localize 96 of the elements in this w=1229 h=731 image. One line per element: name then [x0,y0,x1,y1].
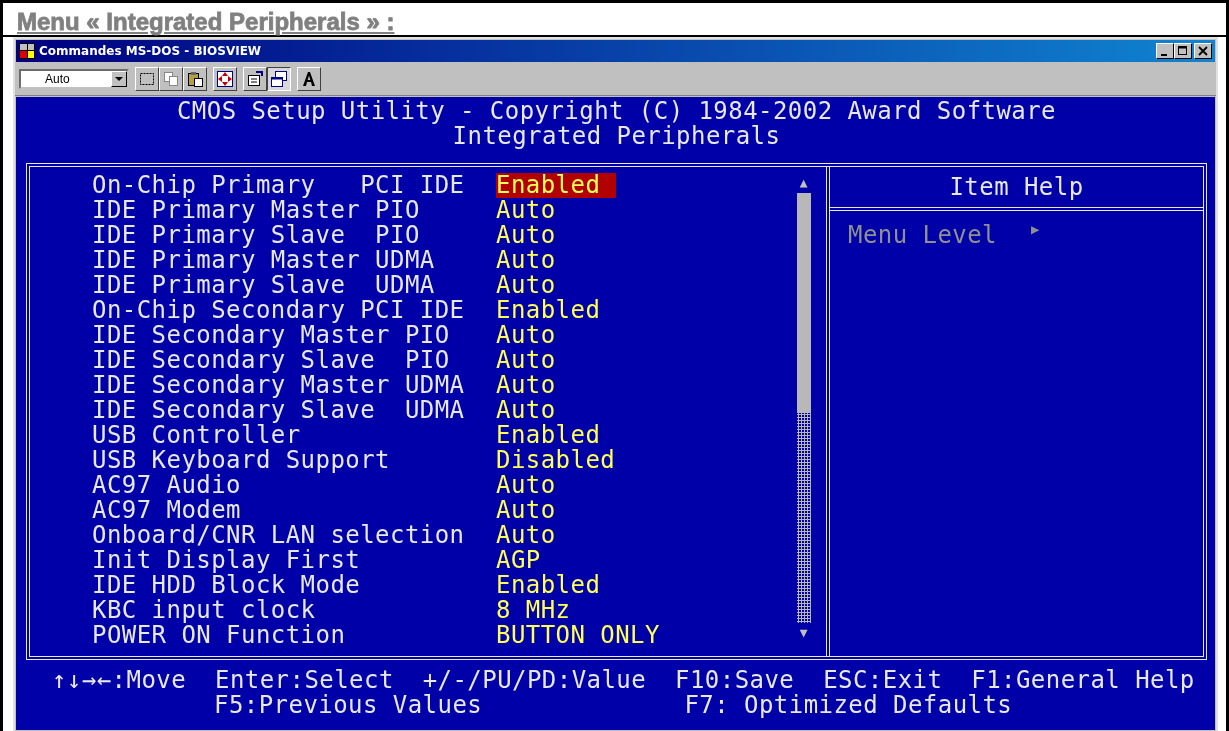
setting-label: USB Controller [92,423,302,448]
setting-row[interactable]: Onboard/CNR LAN selection Auto [92,523,792,548]
clipboard-icon [186,70,204,88]
bios-title: CMOS Setup Utility - Copyright (C) 1984-2002 Award Software [175,99,1058,124]
key-hint: F10:Save [675,668,795,693]
setting-label: Onboard/CNR LAN selection [92,523,466,548]
setting-label: Init Display First [92,548,362,573]
letter-a-icon [300,70,318,88]
fullscreen-button[interactable] [213,67,237,91]
key-hint: +/-/PU/PD:Value [422,668,647,693]
setting-row[interactable]: IDE Secondary Slave PIO Auto [92,348,792,373]
font-button[interactable] [297,67,321,91]
key-hint: Enter:Select [215,668,394,693]
menu-level-label: Menu Level [848,221,997,249]
setting-label: AC97 Modem [92,498,242,523]
setting-label: AC97 Audio [92,473,241,498]
setting-value[interactable]: Enabled [496,573,601,598]
key-hint: ↑↓→←:Move [52,668,187,693]
setting-row[interactable]: On-Chip Primary PCI IDE Enabled [92,173,792,198]
menu-level-marker: ▶ [1031,221,1040,239]
setting-label: KBC input clock [92,598,317,623]
setting-label: IDE Secondary Slave UDMA [92,398,466,423]
setting-row[interactable]: IDE Secondary Master UDMA Auto [92,373,792,398]
setting-value[interactable]: Auto [496,323,556,348]
setting-value[interactable]: Auto [496,473,556,498]
setting-label: IDE Secondary Slave PIO [92,348,451,373]
setting-row[interactable]: IDE Secondary Master PIO Auto [92,323,792,348]
maximize-button[interactable] [1174,43,1192,59]
setting-row[interactable]: IDE Primary Slave UDMA Auto [92,273,792,298]
dashed-rectangle-icon [138,70,156,88]
setting-value[interactable]: Auto [496,398,556,423]
maximize-icon [1178,46,1188,56]
setting-value[interactable]: Auto [496,273,556,298]
key-hint: F5:Previous Values [214,693,483,718]
setting-value[interactable]: Enabled [496,173,617,198]
setting-value[interactable]: Enabled [496,298,601,323]
key-hint: F7: Optimized Defaults [684,693,1013,718]
setting-row[interactable]: IDE Primary Master UDMA Auto [92,248,792,273]
setting-label: IDE Primary Master UDMA [92,248,436,273]
setting-value[interactable]: Auto [496,348,556,373]
setting-value[interactable]: Enabled [496,423,601,448]
setting-label: On-Chip Secondary PCI IDE [92,298,466,323]
setting-value[interactable]: Auto [496,523,556,548]
setting-row[interactable]: USB Controller Enabled [92,423,792,448]
setting-row[interactable]: IDE HDD Block Mode Enabled [92,573,792,598]
properties-icon [246,70,264,88]
setting-label: IDE Primary Slave PIO [92,223,421,248]
setting-value[interactable]: Auto [496,248,556,273]
window-title: Commandes MS-DOS - BIOSVIEW [39,44,263,58]
setting-label: IDE Primary Slave UDMA [92,273,436,298]
copy-icon [162,70,180,88]
setting-row[interactable]: IDE Primary Slave PIO Auto [92,223,792,248]
setting-label: On-Chip Primary PCI IDE [92,173,466,198]
properties-button[interactable] [243,67,267,91]
setting-row[interactable]: AC97 Audio Auto [92,473,792,498]
setting-row[interactable]: KBC input clock 8 MHz [92,598,792,623]
setting-row[interactable]: POWER ON Function BUTTON ONLY [92,623,792,648]
setting-label: IDE Secondary Master PIO [92,323,451,348]
caret-icon [115,76,123,82]
setting-label: USB Keyboard Support [92,448,391,473]
setting-label: IDE Secondary Master UDMA [92,373,466,398]
mark-button[interactable] [135,67,159,91]
setting-row[interactable]: AC97 Modem Auto [92,498,792,523]
setting-row[interactable]: On-Chip Secondary PCI IDE Enabled [92,298,792,323]
windows-icon [270,70,288,88]
setting-row[interactable]: USB Keyboard Support Disabled [92,448,792,473]
setting-value[interactable]: 8 MHz [496,598,571,623]
setting-value[interactable]: AGP [496,548,541,573]
setting-value[interactable]: Auto [496,223,556,248]
setting-label: IDE HDD Block Mode [92,573,362,598]
setting-row[interactable]: Init Display First AGP [92,548,792,573]
setting-value[interactable]: Disabled [496,448,616,473]
four-arrows-icon [216,70,234,88]
close-button[interactable] [1194,43,1212,59]
font-size-dropdown[interactable]: Auto [19,69,129,89]
bios-subtitle: Integrated Peripherals [451,124,782,149]
paste-button[interactable] [183,67,207,91]
setting-label: IDE Primary Master PIO [92,198,421,223]
setting-row[interactable]: IDE Secondary Slave UDMA Auto [92,398,792,423]
copy-button[interactable] [159,67,183,91]
key-hint: ESC:Exit [823,668,943,693]
help-title: Item Help [830,167,1203,211]
ms-dos-icon [19,43,35,59]
minimize-icon [1161,53,1167,56]
setting-value[interactable]: Auto [496,373,556,398]
key-hint: F1:General Help [971,668,1195,693]
scroll-up-arrow[interactable]: ▲ [799,173,809,193]
setting-row[interactable]: IDE Primary Master PIO Auto [92,198,792,223]
setting-value[interactable]: BUTTON ONLY [496,623,660,648]
scroll-down-arrow[interactable]: ▼ [799,623,809,643]
setting-value[interactable]: Auto [496,498,556,523]
close-icon [1198,46,1208,56]
setting-label: POWER ON Function [92,623,347,648]
scrollbar[interactable]: ▲ ▼ [795,173,813,643]
minimize-button[interactable] [1156,43,1174,59]
setting-value[interactable]: Auto [496,198,556,223]
